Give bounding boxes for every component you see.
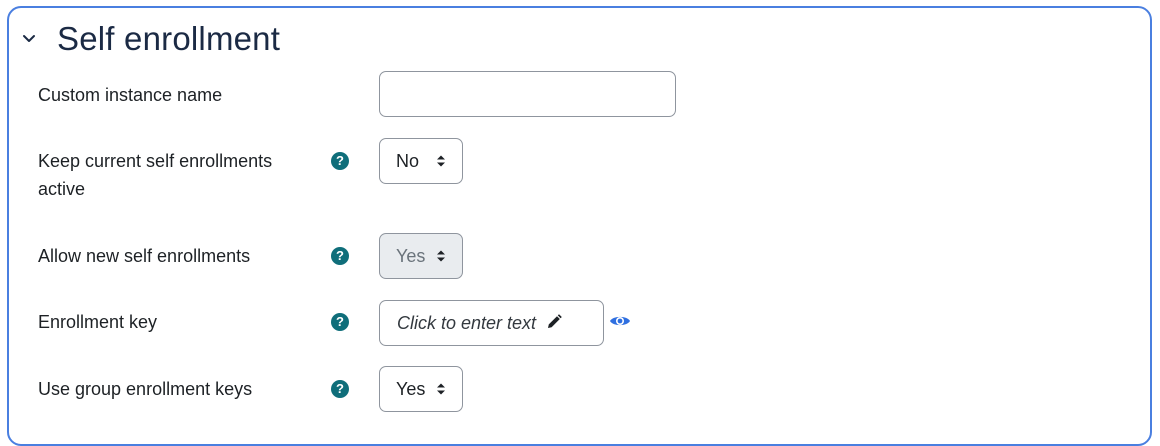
allow-new-enrollments-select: Yes — [379, 233, 463, 279]
select-caret-icon — [437, 250, 445, 262]
select-caret-icon — [437, 383, 445, 395]
custom-instance-name-label: Custom instance name — [38, 85, 223, 105]
help-icon[interactable]: ? — [331, 313, 349, 331]
custom-instance-name-input[interactable] — [379, 71, 676, 117]
help-icon[interactable]: ? — [331, 152, 349, 170]
chevron-down-icon[interactable] — [20, 30, 38, 48]
keep-current-enrollments-label: Keep current self enrollments active — [38, 151, 273, 199]
eye-icon[interactable] — [609, 313, 631, 329]
enrollment-key-field[interactable]: Click to enter text — [379, 300, 604, 346]
group-enrollment-keys-label: Use group enrollment keys — [38, 379, 253, 399]
help-icon[interactable]: ? — [331, 380, 349, 398]
group-enrollment-keys-select[interactable]: Yes — [379, 366, 463, 412]
select-value: Yes — [396, 379, 426, 399]
select-value: No — [396, 151, 420, 171]
section-title[interactable]: Self enrollment — [57, 19, 280, 59]
select-value: Yes — [396, 246, 426, 266]
enrollment-key-placeholder: Click to enter text — [397, 313, 537, 333]
enrollment-key-label: Enrollment key — [38, 312, 158, 332]
allow-new-enrollments-label: Allow new self enrollments — [38, 246, 251, 266]
pencil-icon — [548, 314, 562, 328]
select-caret-icon — [437, 155, 445, 167]
help-icon[interactable]: ? — [331, 247, 349, 265]
keep-current-enrollments-select[interactable]: No — [379, 138, 463, 184]
